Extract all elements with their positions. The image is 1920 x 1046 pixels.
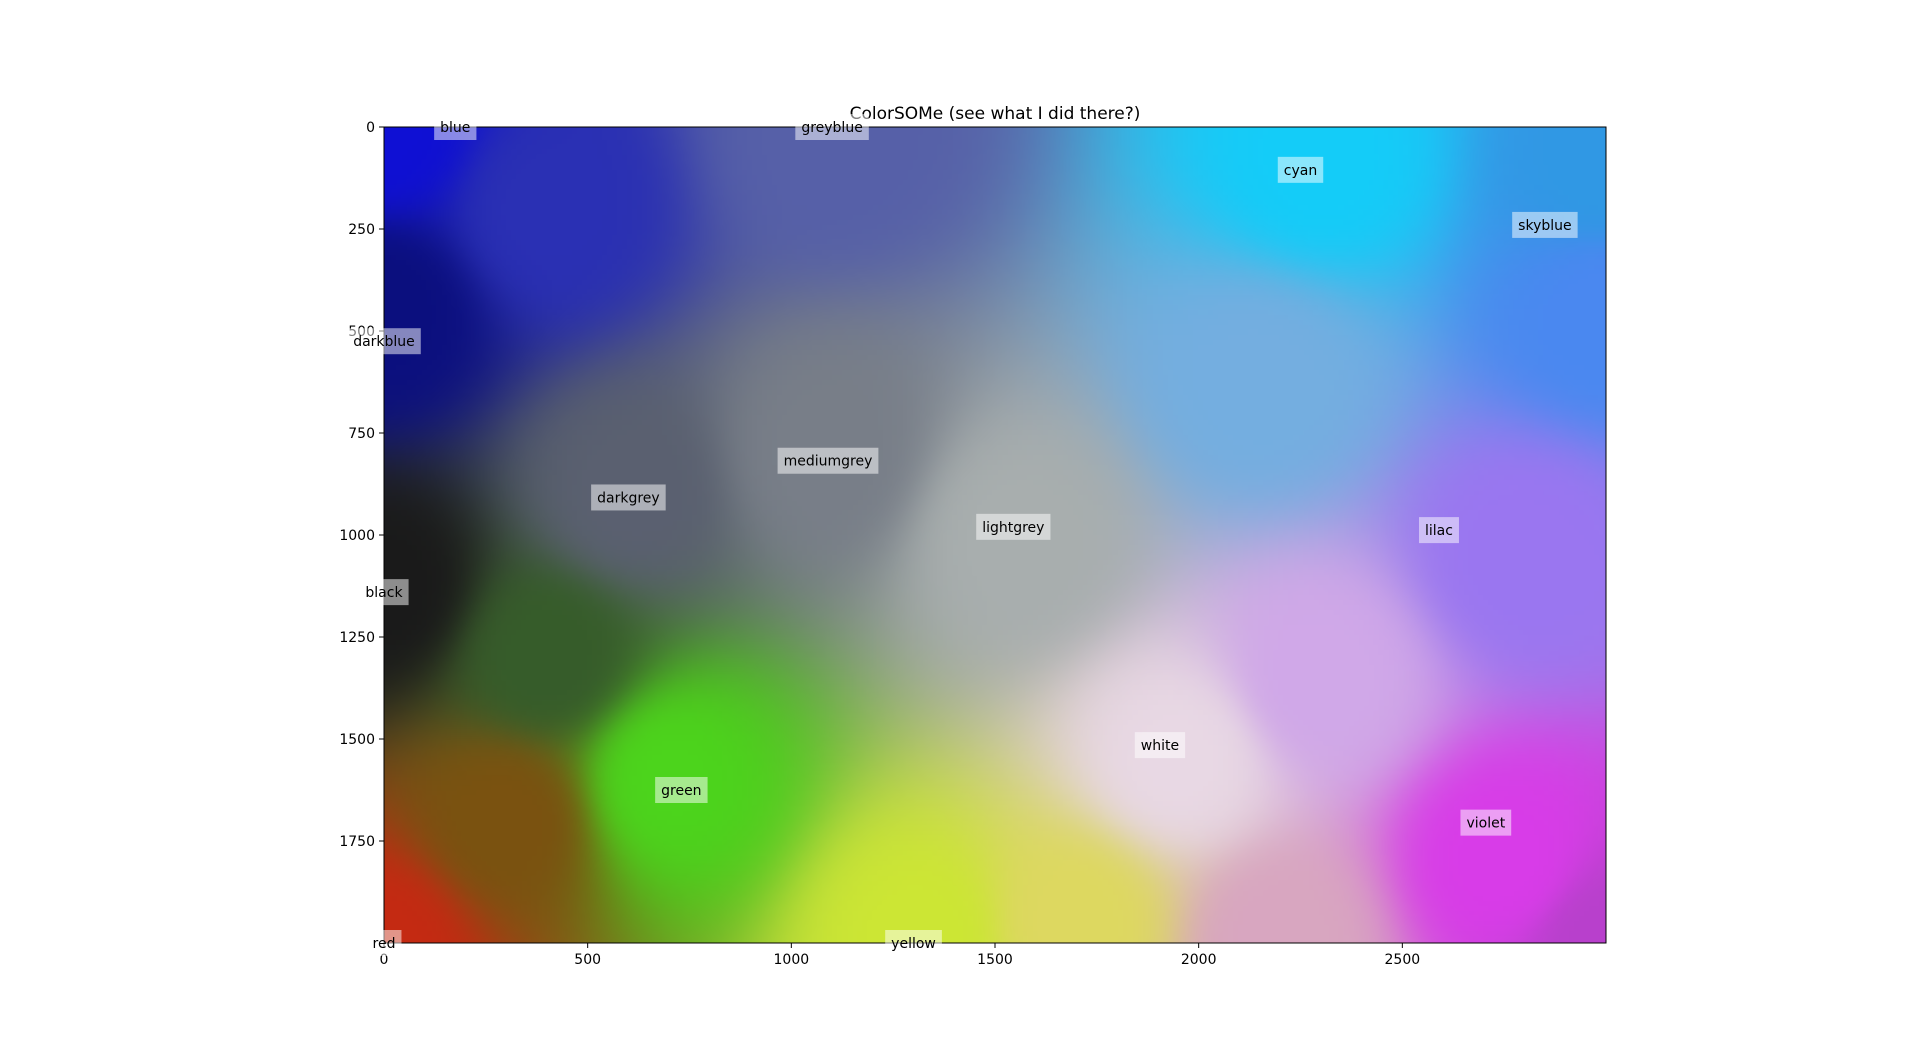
annotation-yellow: yellow [885,930,942,956]
annotation-black: black [359,579,409,606]
annotation-darkgrey: darkgrey [591,484,666,511]
y-axis: 02505007501000125015001750 [339,120,384,850]
annotation-skyblue: skyblue [1512,211,1578,238]
annotation-blue: blue [434,114,477,140]
x-tick-label: 2000 [1181,952,1217,968]
annotation-label: lightgrey [982,520,1044,536]
y-tick-label: 750 [348,426,375,442]
chart-title: ColorSOMe (see what I did there?) [850,104,1141,124]
annotation-label: blue [440,120,470,136]
annotation-lightgrey: lightgrey [976,513,1051,540]
annotation-lilac: lilac [1419,517,1459,544]
chart-figure: ColorSOMe (see what I did there?) 0 500 10… [339,104,1607,968]
x-tick-label: 2500 [1385,952,1421,968]
annotation-label: green [661,783,701,799]
x-tick-label: 500 [574,952,601,968]
annotation-white: white [1134,732,1186,759]
annotation-label: black [365,585,403,601]
annotation-mediumgrey: mediumgrey [777,447,879,474]
annotation-label: violet [1466,816,1505,832]
annotation-green: green [655,777,708,803]
y-tick-label: 1500 [339,732,375,748]
y-tick-label: 0 [366,120,375,136]
annotation-label: yellow [891,936,936,952]
annotation-cyan: cyan [1277,156,1324,183]
annotation-label: lilac [1425,523,1453,539]
annotation-greyblue: greyblue [795,114,869,140]
annotation-label: white [1141,738,1179,754]
annotation-label: greyblue [801,120,863,136]
annotation-violet: violet [1460,809,1512,836]
annotation-label: mediumgrey [784,454,873,470]
annotation-red: red [366,930,402,956]
annotation-label: red [373,936,396,952]
annotation-label: cyan [1284,163,1317,179]
x-tick-label: 1500 [977,952,1013,968]
annotation-label: darkgrey [597,490,660,506]
annotation-darkblue: darkblue [347,328,421,355]
y-tick-label: 250 [348,222,375,238]
y-tick-label: 1000 [339,528,375,544]
annotation-label: skyblue [1518,218,1571,234]
x-tick-label: 1000 [774,952,810,968]
y-tick-label: 1750 [339,834,375,850]
annotation-label: darkblue [353,334,415,350]
y-tick-label: 1250 [339,630,375,646]
